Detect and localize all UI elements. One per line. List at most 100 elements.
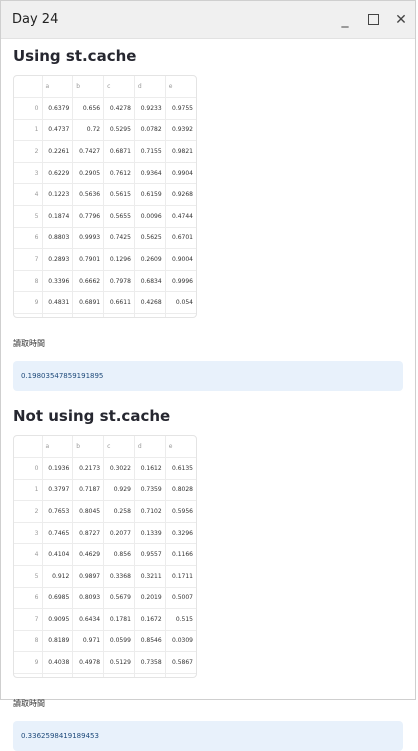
table-cell: 0.9268 [165,183,196,206]
header-row: abcde [14,435,196,458]
table-cell: 0.4629 [72,543,105,566]
table-row: 5 0.912 0.9897 0.3368 0.3211 0.1711 [14,565,196,588]
table-cell: 0.2173 [72,457,105,480]
table-row: 9 0.4831 0.6891 0.6611 0.4268 0.054 [14,291,196,314]
padding-cell [165,673,196,677]
table-cell: 0.6379 [42,97,74,120]
column-header[interactable]: d [134,435,166,458]
table-cell: 0.1711 [165,565,196,588]
column-header[interactable]: e [165,76,196,98]
table-cell: 0.7359 [134,479,166,502]
table-cell: 0.1936 [42,457,74,480]
column-header[interactable]: e [165,435,196,458]
table-cell: 0.1672 [134,608,166,631]
app-window: Day 24 _ ✕ Using st.cache abcde 0 0.6379… [0,0,416,751]
table-cell: 0.8727 [72,522,105,545]
table-cell: 0.8803 [42,227,74,250]
row-index: 6 [14,587,43,610]
table-cell: 0.5679 [103,587,135,610]
column-header[interactable]: c [103,435,135,458]
table-cell: 0.2077 [103,522,135,545]
table-row: 6 0.8803 0.9993 0.7425 0.5625 0.6701 [14,227,196,250]
close-icon: ✕ [395,11,407,28]
table-cell: 0.1339 [134,522,166,545]
table-cell: 0.1166 [165,543,196,566]
padding-cell [42,313,74,317]
minimize-button[interactable]: _ [331,1,359,38]
table-cell: 0.7425 [103,227,135,250]
table-cell: 0.9996 [165,270,196,293]
title-bar: Day 24 _ ✕ [1,1,415,39]
table-cell: 0.912 [42,565,74,588]
table-cell: 0.856 [103,543,135,566]
table-row: 9 0.4038 0.4978 0.5129 0.7358 0.5867 [14,651,196,674]
maximize-button[interactable] [359,1,387,38]
table-cell: 0.8546 [134,630,166,653]
padding-cell [42,673,74,677]
table-cell: 0.9392 [165,119,196,142]
table-cell: 0.7796 [72,205,105,228]
table-cell: 0.2261 [42,140,74,163]
table-cell: 0.3797 [42,479,74,502]
table-cell: 0.72 [72,119,105,142]
table-cell: 0.1223 [42,183,74,206]
table-cell: 0.7653 [42,500,74,523]
section-cached: Using st.cache abcde 0 0.6379 0.656 0.4278 0… [13,47,403,391]
index-header [14,435,43,458]
time-info-box: 0.3362598419189453 [13,720,403,751]
table-cell: 0.6701 [165,227,196,250]
table-cell: 0.1296 [103,248,135,271]
table-cell: 0.5295 [103,119,135,142]
table-cell: 0.3296 [165,522,196,545]
table-cell: 0.5655 [103,205,135,228]
column-header[interactable]: a [42,435,74,458]
table-row: 0 0.6379 0.656 0.4278 0.9233 0.9755 [14,97,196,120]
table-cell: 0.6611 [103,291,135,314]
time-value: 0.3362598419189453 [21,731,99,740]
table-cell: 0.6891 [72,291,105,314]
table-cell: 0.5007 [165,587,196,610]
table-row: 6 0.6985 0.8093 0.5679 0.2019 0.5007 [14,587,196,610]
column-header[interactable]: b [72,76,105,98]
table-cell: 0.7465 [42,522,74,545]
padding-cell [103,673,135,677]
row-index: 8 [14,630,43,653]
time-info-box: 0.19803547859191895 [13,360,403,391]
row-index: 1 [14,479,43,502]
time-label: 讀取時間 [13,338,45,348]
column-header[interactable]: a [42,76,74,98]
table-cell: 0.929 [103,479,135,502]
table-cell: 0.9095 [42,608,74,631]
column-header[interactable]: c [103,76,135,98]
table-cell: 0.4104 [42,543,74,566]
column-header[interactable]: b [72,435,105,458]
section-heading: Not using st.cache [13,406,171,425]
table-row: 3 0.6229 0.2905 0.7612 0.9364 0.9904 [14,162,196,185]
table-cell: 0.3022 [103,457,135,480]
table-cell: 0.0309 [165,630,196,653]
close-button[interactable]: ✕ [387,1,415,38]
table-padding-row [14,673,196,677]
table-cell: 0.9993 [72,227,105,250]
row-index: 3 [14,162,43,185]
row-index: 2 [14,500,43,523]
padding-cell [14,673,43,677]
column-header[interactable]: d [134,76,166,98]
table-row: 4 0.4104 0.4629 0.856 0.9557 0.1166 [14,543,196,566]
header-row: abcde [14,76,196,98]
table-row: 2 0.2261 0.7427 0.6871 0.7155 0.9821 [14,140,196,163]
row-index: 8 [14,270,43,293]
table-cell: 0.7427 [72,140,105,163]
table-row: 8 0.8189 0.971 0.0599 0.8546 0.0309 [14,630,196,653]
row-index: 7 [14,608,43,631]
table-cell: 0.0096 [134,205,166,228]
table-row: 7 0.2893 0.7901 0.1296 0.2609 0.9004 [14,248,196,271]
row-index: 4 [14,183,43,206]
table-cell: 0.3368 [103,565,135,588]
table-cell: 0.2893 [42,248,74,271]
table-cell: 0.8093 [72,587,105,610]
table-cell: 0.1612 [134,457,166,480]
dataframe[interactable]: abcde 0 0.1936 0.2173 0.3022 0.1612 0.6135 1 0.… [13,434,197,678]
index-header [14,76,43,98]
dataframe[interactable]: abcde 0 0.6379 0.656 0.4278 0.9233 0.9755 1 0.4… [13,75,197,318]
